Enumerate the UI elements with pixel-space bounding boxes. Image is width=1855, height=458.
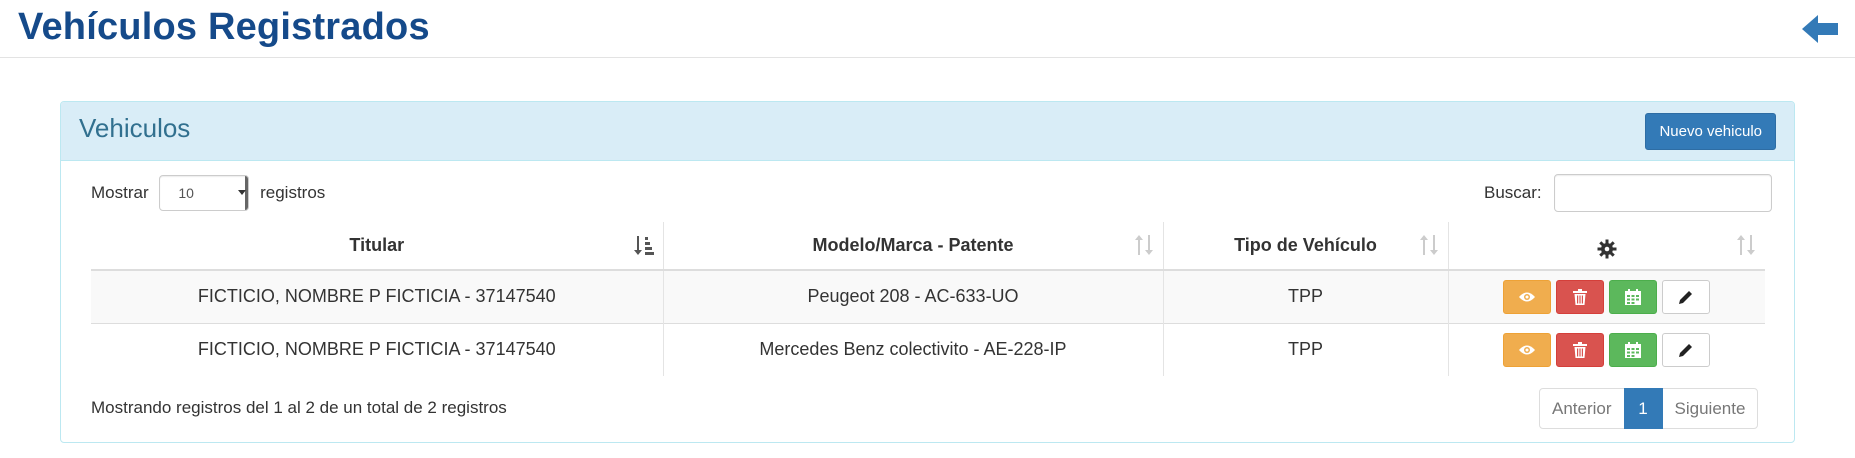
page-length-value: 10 <box>178 184 194 201</box>
cell-tipo: TPP <box>1163 269 1449 323</box>
column-header-modelo[interactable]: Modelo/Marca - Patente <box>663 222 1164 271</box>
cell-modelo: Peugeot 208 - AC-633-UO <box>663 269 1164 323</box>
cell-tipo: TPP <box>1163 322 1449 376</box>
calendar-button[interactable] <box>1609 279 1658 314</box>
view-button[interactable] <box>1503 279 1552 314</box>
pencil-icon <box>1679 343 1693 357</box>
cell-modelo: Mercedes Benz colectivito - AE-228-IP <box>663 322 1164 376</box>
edit-button[interactable] <box>1662 332 1711 367</box>
eye-icon <box>1519 292 1536 302</box>
length-suffix-label: registros <box>260 182 326 202</box>
edit-button[interactable] <box>1662 279 1711 314</box>
table-header-row: Titular Modelo/Marca - Patente Tipo de V… <box>91 222 1765 271</box>
pencil-icon <box>1679 290 1693 304</box>
previous-page-button[interactable]: Anterior <box>1539 388 1625 429</box>
trash-icon <box>1573 288 1588 305</box>
sort-asc-icon <box>633 236 654 255</box>
table-row: FICTICIO, NOMBRE P FICTICIA - 37147540 P… <box>91 269 1765 323</box>
next-page-button[interactable]: Siguiente <box>1661 388 1759 429</box>
column-header-titular[interactable]: Titular <box>91 222 664 271</box>
chevron-down-icon <box>238 189 247 195</box>
panel-title: Vehiculos <box>79 113 191 143</box>
page-title: Vehículos Registrados <box>18 6 430 48</box>
page-length-control: Mostrar 10 registros <box>91 174 326 211</box>
cell-titular: FICTICIO, NOMBRE P FICTICIA - 37147540 <box>91 322 664 376</box>
panel-heading: Vehiculos Nuevo vehiculo <box>61 102 1794 161</box>
search-control: Buscar: <box>1484 173 1773 212</box>
gear-icon <box>1597 239 1617 258</box>
eye-icon <box>1519 345 1536 355</box>
page-header: Vehículos Registrados <box>0 0 1855 58</box>
calendar-button[interactable] <box>1609 332 1658 367</box>
length-prefix-label: Mostrar <box>91 182 149 202</box>
column-header-tipo[interactable]: Tipo de Vehículo <box>1163 222 1449 271</box>
cell-actions <box>1448 322 1765 376</box>
sort-both-icon <box>1419 235 1438 255</box>
column-header-label: Tipo de Vehículo <box>1234 235 1377 255</box>
back-button[interactable] <box>1800 12 1840 46</box>
vehicles-table: Titular Modelo/Marca - Patente Tipo de V… <box>91 222 1765 376</box>
page-1-button[interactable]: 1 <box>1623 388 1663 429</box>
pagination: Anterior 1 Siguiente <box>1539 388 1759 429</box>
view-button[interactable] <box>1503 332 1552 367</box>
table-row: FICTICIO, NOMBRE P FICTICIA - 37147540 M… <box>91 322 1765 376</box>
calendar-icon <box>1625 341 1642 358</box>
vehicles-panel: Vehiculos Nuevo vehiculo Mostrar 10 regi… <box>60 101 1795 443</box>
cell-titular: FICTICIO, NOMBRE P FICTICIA - 37147540 <box>91 269 664 323</box>
delete-button[interactable] <box>1556 279 1605 314</box>
calendar-icon <box>1625 288 1642 305</box>
search-label: Buscar: <box>1484 182 1542 202</box>
search-input[interactable] <box>1554 173 1773 212</box>
new-vehicle-button[interactable]: Nuevo vehiculo <box>1645 113 1776 150</box>
table-info: Mostrando registros del 1 al 2 de un tot… <box>91 398 507 417</box>
cell-actions <box>1448 269 1765 323</box>
sort-both-icon <box>1134 235 1153 255</box>
column-header-label: Titular <box>349 235 405 255</box>
page-length-select[interactable]: 10 <box>159 174 250 211</box>
column-header-actions[interactable] <box>1448 222 1765 271</box>
column-header-label: Modelo/Marca - Patente <box>812 235 1014 255</box>
sort-both-icon <box>1737 235 1755 255</box>
delete-button[interactable] <box>1556 332 1605 367</box>
trash-icon <box>1573 341 1588 358</box>
arrow-left-icon <box>1802 15 1838 43</box>
